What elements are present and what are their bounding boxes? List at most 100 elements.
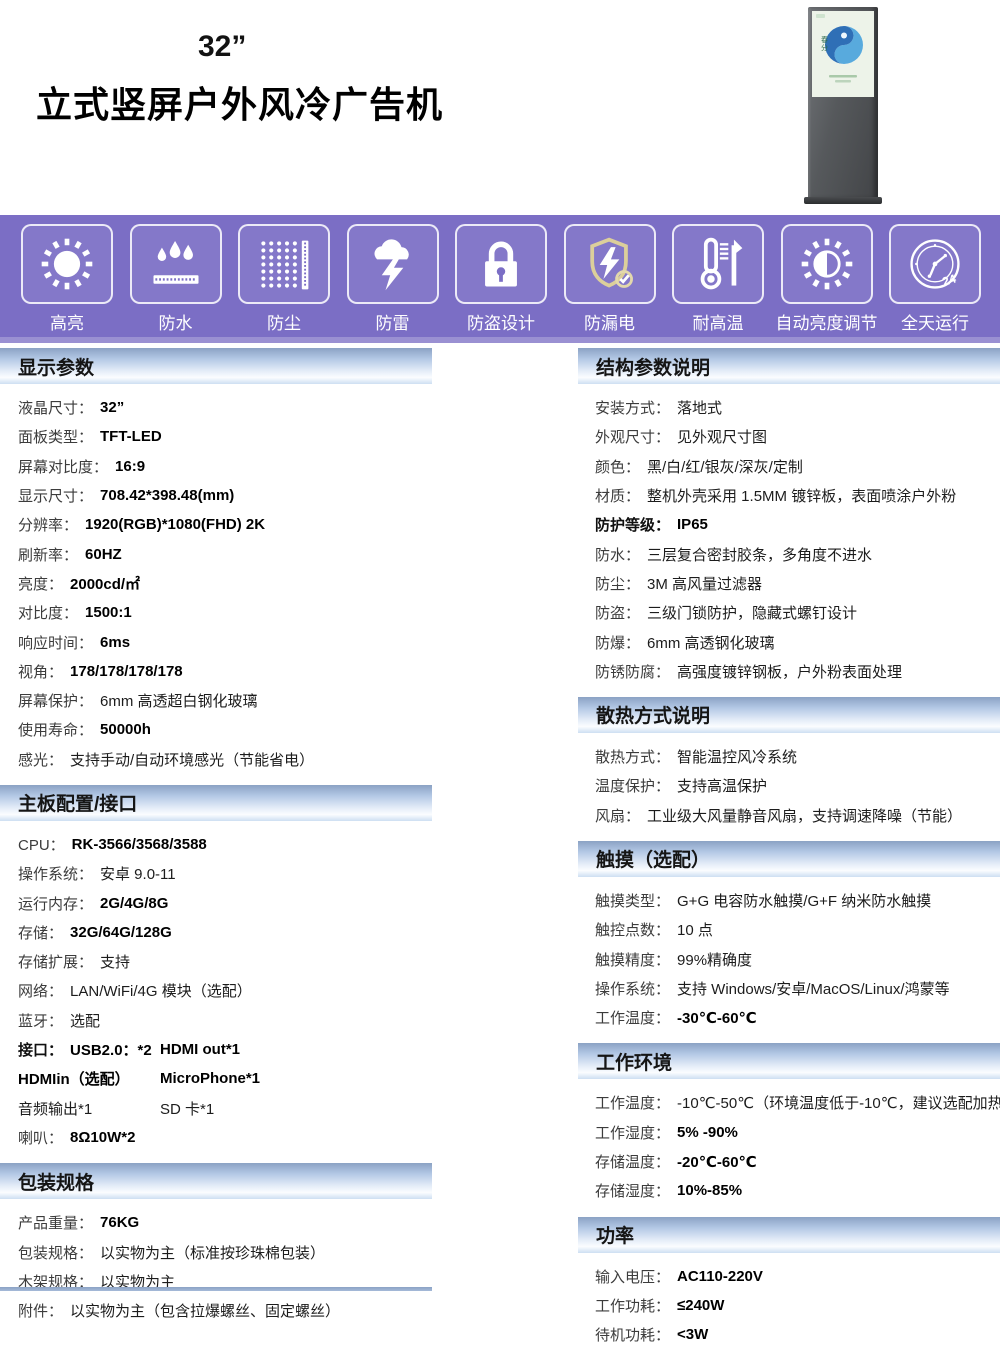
spec-label: 接口：	[18, 1039, 63, 1060]
spec-label: 显示尺寸：	[18, 485, 93, 506]
feature-list: 高亮 防水 防尘 防雷 防盗设计 防漏电 耐高温 自动亮度调节 24 全天运行	[0, 215, 1000, 334]
section-rows: 工作温度： -10℃-50℃（环境温度低于-10℃，建议选配加热器） 工作湿度： 5%…	[578, 1079, 1000, 1207]
spec-label: 触控点数：	[595, 919, 670, 940]
spec-row: 感光： 支持手动/自动环境感光（节能省电）	[0, 745, 432, 774]
spec-row: 分辨率：1920(RGB)*1080(FHD) 2K	[0, 510, 432, 539]
spec-label: 亮度：	[18, 573, 63, 594]
section-header: 工作环境	[578, 1043, 1000, 1079]
spec-value: 16:9	[115, 458, 145, 475]
spec-value: <3W	[677, 1326, 708, 1343]
spec-label: CPU：	[18, 834, 65, 855]
spec-value: 支持手动/自动环境感光（节能省电）	[70, 749, 314, 770]
spec-section: 散热方式说明 散热方式：智能温控风冷系统温度保护：支持高温保护风扇：工业级大风量…	[578, 697, 1000, 832]
spec-label: 安装方式：	[595, 397, 670, 418]
spec-row: 存储湿度：10%-85%	[578, 1176, 1000, 1205]
spec-row: 刷新率：60HZ	[0, 539, 432, 568]
banner-feature-label: 高亮	[14, 309, 120, 334]
spec-value: 99%精确度	[677, 949, 752, 970]
spec-label: 防爆：	[595, 632, 640, 653]
spec-row: 工作温度：-30℃-60℃	[578, 1003, 1000, 1032]
spec-row: 工作功耗：≤240W	[578, 1291, 1000, 1320]
spec-label: 温度保护：	[595, 775, 670, 796]
section-title: 功率	[596, 1221, 634, 1248]
spec-label: 工作温度：	[595, 1092, 670, 1113]
spec-value: 音频输出*1	[18, 1098, 92, 1119]
spec-label: 网络：	[18, 980, 63, 1001]
spec-label: 屏幕对比度：	[18, 456, 108, 477]
screen-art-text: 春	[821, 35, 828, 44]
spec-label: 刷新率：	[18, 544, 78, 565]
feature-banner: 高亮 防水 防尘 防雷 防盗设计 防漏电 耐高温 自动亮度调节 24 全天运行	[0, 215, 1000, 343]
spec-value: 6mm 高透超白钢化玻璃	[100, 690, 258, 711]
spec-row: 防水：三层复合密封胶条，多角度不进水	[578, 539, 1000, 568]
section-header: 散热方式说明	[578, 697, 1000, 733]
spec-label: 工作湿度：	[595, 1122, 670, 1143]
spec-section: 功率 输入电压：AC110-220V工作功耗：≤240W待机功耗：<3W	[578, 1217, 1000, 1351]
lightning-icon	[347, 224, 439, 304]
svg-text:分: 分	[821, 43, 828, 52]
spec-value: -30℃-60℃	[677, 1009, 757, 1027]
spec-value: 3M 高风量过滤器	[647, 573, 762, 594]
spec-row: 蓝牙：选配	[0, 1006, 432, 1035]
spec-row: 颜色：黑/白/红/银灰/深灰/定制	[578, 452, 1000, 481]
spec-label: 感光：	[18, 749, 63, 770]
spec-label: 操作系统：	[595, 978, 670, 999]
section-title: 包装规格	[18, 1168, 94, 1195]
spec-label: 液晶尺寸：	[18, 397, 93, 418]
spec-value: 1500:1	[85, 604, 132, 621]
spec-row: 包装规格：以实物为主（标准按珍珠棉包装）	[0, 1237, 432, 1266]
kiosk-body: 春 分	[808, 7, 878, 199]
banner-feature: 自动亮度调节	[774, 224, 880, 334]
spec-value: RK-3566/3568/3588	[72, 836, 207, 853]
spec-row: 液晶尺寸： 32”	[0, 393, 432, 422]
spec-row: 屏幕保护：6mm 高透超白钢化玻璃	[0, 686, 432, 715]
spec-value: 整机外壳采用 1.5MM 镀锌板，表面喷涂户外粉	[647, 485, 956, 506]
auto-brightness-icon	[781, 224, 873, 304]
spec-value: 以实物为主（包含拉爆螺丝、固定螺丝）	[70, 1300, 340, 1321]
banner-feature: 高亮	[14, 224, 120, 334]
spec-value-2: HDMI out*1	[160, 1041, 240, 1058]
spec-row: 待机功耗：<3W	[578, 1320, 1000, 1349]
section-title: 主板配置/接口	[18, 789, 137, 816]
leakage-shield-icon	[564, 224, 656, 304]
spec-label: 对比度：	[18, 602, 78, 623]
spec-value: 黑/白/红/银灰/深灰/定制	[647, 456, 803, 477]
kiosk-base	[804, 197, 882, 204]
spec-value: 708.42*398.48(mm)	[100, 487, 234, 504]
section-rows: 安装方式：落地式外观尺寸：见外观尺寸图颜色：黑/白/红/银灰/深灰/定制材质：整…	[578, 384, 1000, 688]
spec-row: 触摸精度：99%精确度	[578, 944, 1000, 973]
section-rows: 液晶尺寸：32”面板类型：TFT-LED屏幕对比度：16:9显示尺寸：708.4…	[0, 384, 432, 776]
section-rows: CPU：RK-3566/3568/3588操作系统：安卓 9.0-11运行内存：…	[0, 821, 432, 1154]
spec-label: 散热方式：	[595, 746, 670, 767]
spec-value: 5% -90%	[677, 1124, 738, 1141]
spec-row: 对比度： 1500:1	[0, 598, 432, 627]
sun-icon	[21, 224, 113, 304]
heat-resist-icon	[672, 224, 764, 304]
section-title: 显示参数	[18, 353, 94, 380]
spec-value: 6ms	[100, 634, 130, 651]
spec-row: 音频输出*1SD 卡*1	[0, 1094, 432, 1123]
spec-value: 三级门锁防护，隐藏式螺钉设计	[647, 602, 857, 623]
spec-value: 选配	[70, 1010, 100, 1031]
page-title: 立式竖屏户外风冷广告机	[36, 76, 443, 128]
section-rows: 输入电压：AC110-220V工作功耗：≤240W待机功耗：<3W	[578, 1253, 1000, 1351]
spec-label: 产品重量：	[18, 1212, 93, 1233]
spec-row: 存储：32G/64G/128G	[0, 918, 432, 947]
spec-value: 32”	[100, 399, 124, 416]
spec-value: 2G/4G/8G	[100, 895, 168, 912]
section-header: 触摸（选配）	[578, 841, 1000, 877]
spec-value: AC110-220V	[677, 1268, 763, 1285]
spec-row: 散热方式：智能温控风冷系统	[578, 742, 1000, 771]
banner-feature: 防尘	[231, 224, 337, 334]
spec-section: 显示参数 液晶尺寸：32”面板类型：TFT-LED屏幕对比度：16:9显示尺寸：…	[0, 348, 432, 776]
section-title: 结构参数说明	[596, 353, 710, 380]
spec-label: 存储温度：	[595, 1151, 670, 1172]
section-header: 功率	[578, 1217, 1000, 1253]
spec-row: 工作温度： -10℃-50℃（环境温度低于-10℃，建议选配加热器）	[578, 1088, 1000, 1117]
banner-feature-label: 全天运行	[882, 309, 988, 334]
spec-column-right: 结构参数说明 安装方式：落地式外观尺寸：见外观尺寸图颜色：黑/白/红/银灰/深灰…	[578, 348, 1000, 1351]
spec-row: 网络：LAN/WiFi/4G 模块（选配）	[0, 976, 432, 1005]
spec-row: 防盗：三级门锁防护，隐藏式螺钉设计	[578, 598, 1000, 627]
spec-value: -10℃-50℃（环境温度低于-10℃，建议选配加热器）	[677, 1092, 1000, 1113]
spec-row: 防锈防腐：高强度镀锌钢板，户外粉表面处理	[578, 657, 1000, 686]
